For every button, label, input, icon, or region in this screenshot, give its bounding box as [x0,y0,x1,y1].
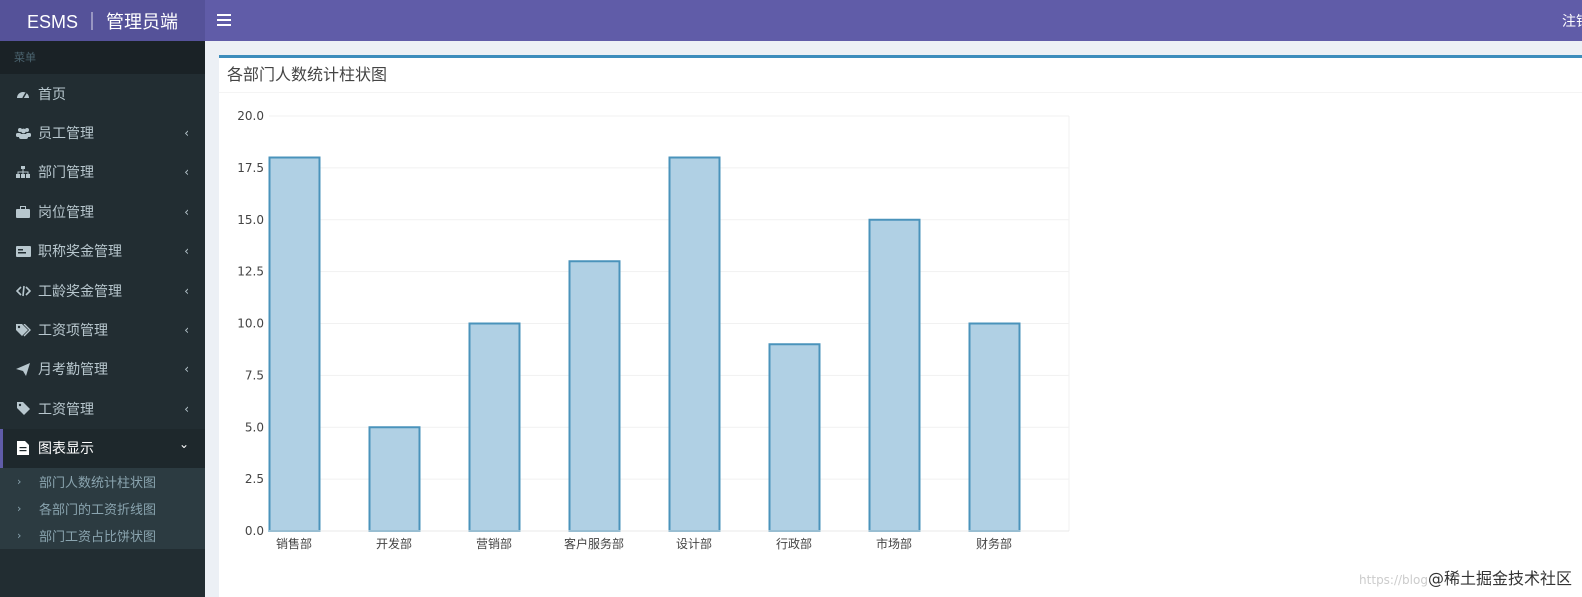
sidebar-item-label: 工资管理 [38,401,94,418]
sidebar-item-1[interactable]: 员工管理 ‹ [0,113,205,152]
sidebar-item-6[interactable]: 工资项管理 ‹ [0,310,205,349]
sitemap-icon [15,164,31,180]
chevron-left-icon: ‹ [184,283,189,298]
submenu-item-label: 各部门的工资折线图 [39,502,157,518]
sidebar-item-7[interactable]: 月考勤管理 ‹ [0,350,205,389]
briefcase-icon [15,204,31,220]
y-tick-label: 15.0 [237,213,264,227]
y-tick-label: 10.0 [237,317,264,331]
y-tick-label: 12.5 [237,265,264,279]
x-tick-label: 行政部 [776,536,812,551]
sidebar-item-2[interactable]: 部门管理 ‹ [0,153,205,192]
bar-chart: 0.0 2.5 5.0 7.5 10.0 12.5 15.0 17.5 20.0 销售部 开发部 营销… [219,96,1089,560]
submenu-item-1[interactable]: › 各部门的工资折线图 [0,495,205,522]
watermark-url: https://blog [1359,573,1428,587]
brand-text: ESMS ｜ 管理员端 [26,11,178,32]
sidebar-item-label: 工龄奖金管理 [38,283,122,300]
y-tick-label: 20.0 [237,109,264,123]
chart-box: 各部门人数统计柱状图 0.0 2.5 5.0 7.5 10.0 12.5 15.0 17.5 2… [219,55,1582,597]
sidebar-item-label: 部门管理 [38,165,94,182]
sidebar-item-label: 首页 [38,86,66,103]
paper-plane-icon [15,361,31,377]
top-navbar: 注销 [205,0,1582,41]
sidebar-item-5[interactable]: 工龄奖金管理 ‹ [0,271,205,310]
chevron-right-icon: › [17,501,22,515]
y-tick-label: 5.0 [245,420,264,434]
brand-logo[interactable]: ESMS ｜ 管理员端 [0,0,205,41]
chevron-left-icon: ‹ [184,244,189,259]
content-area: 各部门人数统计柱状图 0.0 2.5 5.0 7.5 10.0 12.5 15.0 17.5 2… [205,41,1582,597]
chevron-right-icon: › [17,474,22,488]
y-tick-label: 17.5 [237,161,264,175]
watermark: https://blog@稀土掘金技术社区 [1359,565,1572,589]
chevron-left-icon: ‹ [184,323,189,338]
sidebar-item-9[interactable]: 图表显示 ⌄ [0,428,205,468]
chart-submenu: › 部门人数统计柱状图 › 各部门的工资折线图 › 部门工资占比饼状图 [0,467,205,549]
submenu-item-label: 部门工资占比饼状图 [39,529,157,545]
file-icon [15,440,31,456]
sidebar-item-0[interactable]: 首页 [0,74,205,113]
menu-header: 菜单 [0,41,205,74]
bar-3 [568,260,621,532]
submenu-item-label: 部门人数统计柱状图 [39,475,157,491]
sidebar-item-label: 图表显示 [38,441,94,458]
sidebar-item-label: 职称奖金管理 [38,244,122,261]
y-tick-label: 0.0 [245,524,264,538]
y-tick-label: 2.5 [245,472,264,486]
submenu-item-2[interactable]: › 部门工资占比饼状图 [0,522,205,549]
x-tick-label: 营销部 [476,536,512,551]
bar-2 [468,322,521,532]
x-tick-label: 销售部 [276,536,312,551]
chevron-right-icon: › [17,528,22,542]
bar-chart-svg: 0.0 2.5 5.0 7.5 10.0 12.5 15.0 17.5 20.0 销售部 开发部 营销… [237,109,1070,551]
users-icon [15,125,31,141]
chevron-left-icon: ‹ [184,126,189,141]
sidebar-item-label: 岗位管理 [38,204,94,221]
tag-icon [15,401,31,417]
chevron-down-icon: ⌄ [178,437,189,452]
bar-1 [368,426,421,532]
sidebar: 菜单 首页员工管理 ‹ 部门管理 ‹ 岗位管理 ‹ 职称奖金管理 ‹ 工龄奖金管理 ‹ 工资项管理 ‹… [0,41,205,597]
sidebar-item-label: 月考勤管理 [38,362,108,379]
chevron-left-icon: ‹ [184,401,189,416]
submenu-item-0[interactable]: › 部门人数统计柱状图 [0,468,205,495]
x-tick-label: 客户服务部 [564,536,624,551]
bar-0 [268,156,321,532]
chevron-left-icon: ‹ [184,362,189,377]
sidebar-item-8[interactable]: 工资管理 ‹ [0,389,205,428]
y-tick-label: 7.5 [245,368,264,382]
x-tick-label: 财务部 [976,536,1012,551]
page-title: 各部门人数统计柱状图 [219,58,1582,93]
chevron-left-icon: ‹ [184,165,189,180]
app-root: ESMS ｜ 管理员端 注销 菜单 首页员工管理‹部门管理‹岗位管理‹职称奖金管… [0,0,1582,597]
code-icon [15,283,31,299]
bar-5 [768,343,821,532]
bar-7 [968,322,1021,532]
sidebar-item-label: 工资项管理 [38,323,108,340]
dashboard-icon [15,86,31,102]
id-card-icon [15,243,31,259]
tags-icon [15,322,31,338]
x-tick-label: 设计部 [676,536,712,551]
x-tick-label: 市场部 [876,536,912,551]
chevron-left-icon: ‹ [184,204,189,219]
bar-6 [868,218,921,532]
x-tick-label: 开发部 [376,536,412,551]
logout-link[interactable]: 注销 [1562,11,1582,31]
sidebar-item-3[interactable]: 岗位管理 ‹ [0,192,205,231]
sidebar-item-4[interactable]: 职称奖金管理 ‹ [0,232,205,271]
bar-4 [668,156,721,532]
sidebar-item-label: 员工管理 [38,126,94,143]
watermark-text: @稀土掘金技术社区 [1427,569,1572,588]
sidebar-toggle-icon[interactable] [217,11,231,29]
